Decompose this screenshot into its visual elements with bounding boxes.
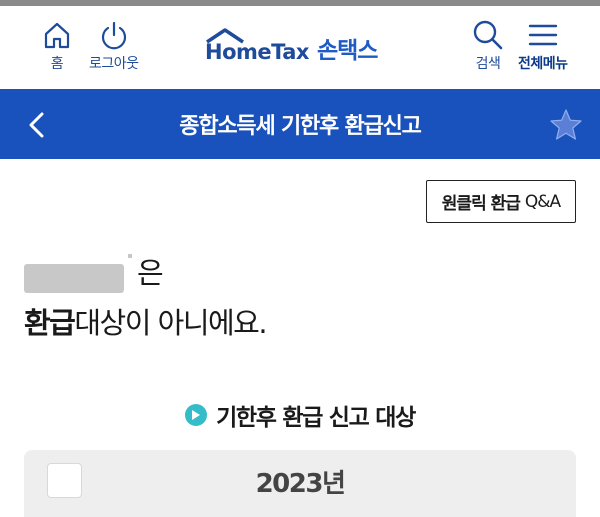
search-icon bbox=[473, 20, 503, 50]
favorite-star-icon[interactable] bbox=[549, 108, 583, 142]
hometax-logo[interactable]: HomeTax 손택스 bbox=[205, 28, 378, 68]
home-icon bbox=[44, 22, 70, 49]
all-menu-button[interactable]: 전체메뉴 bbox=[518, 20, 568, 73]
year-card: 2023년 bbox=[24, 450, 576, 517]
message-suffix: 은 bbox=[137, 256, 164, 290]
message-strong: 환급 bbox=[24, 306, 76, 340]
logo-text-en: HomeTax bbox=[205, 28, 309, 64]
year-label: 2023년 bbox=[255, 469, 346, 499]
section-header: 기한후 환급 신고 대상 bbox=[0, 398, 600, 432]
logo-text-ko: 손택스 bbox=[316, 38, 378, 64]
section-title: 기한후 환급 신고 대상 bbox=[216, 405, 416, 431]
qa-button-label: Q&A bbox=[524, 191, 561, 212]
logout-label: 로그아웃 bbox=[89, 56, 139, 72]
power-icon bbox=[101, 21, 126, 50]
redacted-user-name bbox=[24, 264, 124, 293]
message-rest: 대상이 아니에요. bbox=[74, 306, 267, 340]
oneclick-refund-qa-button[interactable]: 원클릭 환급 Q&A bbox=[426, 180, 576, 223]
page-title: 종합소득세 기한후 환급신고 bbox=[179, 114, 422, 139]
search-label: 검색 bbox=[475, 56, 501, 72]
home-button[interactable]: 홈 bbox=[42, 20, 72, 73]
redacted-mark bbox=[128, 254, 132, 258]
menu-label: 전체메뉴 bbox=[518, 56, 568, 72]
message-line2: 환급대상이 아니에요. bbox=[24, 300, 268, 342]
qa-button-bold-label: 원클릭 환급 bbox=[441, 194, 521, 214]
hamburger-menu-icon bbox=[528, 24, 557, 46]
page-titlebar: 종합소득세 기한후 환급신고 bbox=[0, 89, 600, 159]
logout-button[interactable]: 로그아웃 bbox=[89, 20, 139, 73]
app-header: 홈 로그아웃 HomeTax 손택스 검색 전체메뉴 bbox=[0, 6, 600, 89]
search-button[interactable]: 검색 bbox=[472, 20, 504, 73]
home-label: 홈 bbox=[50, 56, 64, 72]
roof-icon bbox=[206, 28, 244, 44]
back-chevron-icon[interactable] bbox=[24, 111, 50, 139]
message-line1: 은 bbox=[137, 250, 164, 292]
play-bullet-icon bbox=[185, 404, 208, 426]
